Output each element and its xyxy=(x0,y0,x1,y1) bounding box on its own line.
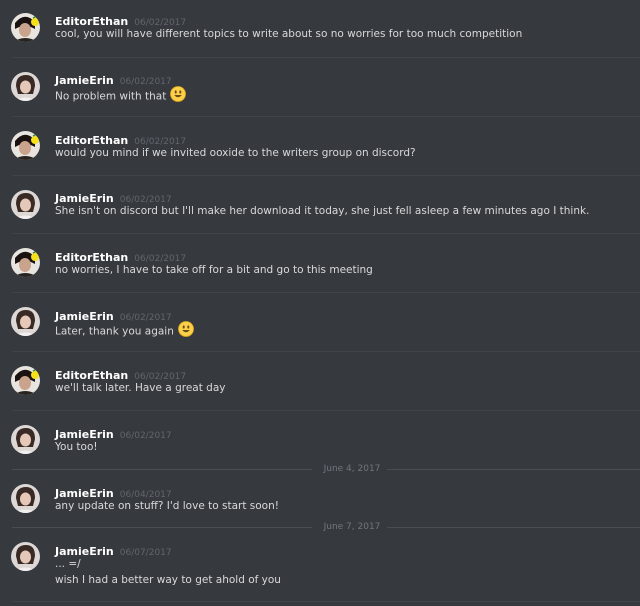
date-separator: June 7, 2017 xyxy=(12,521,640,533)
timestamp: 06/02/2017 xyxy=(119,431,172,441)
smiley-emoji-icon xyxy=(170,86,187,107)
message-text: Later, thank you again xyxy=(55,321,194,342)
date-separator-label: June 4, 2017 xyxy=(323,464,381,474)
message-text: we'll talk later. Have a great day xyxy=(55,382,226,394)
date-separator: June 4, 2017 xyxy=(12,463,640,475)
avatar[interactable] xyxy=(11,425,40,454)
avatar[interactable] xyxy=(11,13,40,42)
message-text: wish I had a better way to get ahold of … xyxy=(55,574,281,586)
message-text: You too! xyxy=(55,441,98,453)
avatar[interactable] xyxy=(11,366,40,395)
message-text: any update on stuff? I'd love to start s… xyxy=(55,500,279,512)
message-text: cool, you will have different topics to … xyxy=(55,28,523,40)
chat-log: EditorEthan 06/02/2017 cool, you will hav… xyxy=(0,0,640,606)
avatar[interactable] xyxy=(11,190,40,219)
timestamp: 06/07/2017 xyxy=(119,548,172,558)
message-text: would you mind if we invited ooxide to t… xyxy=(55,147,416,159)
message-text: ... =/ xyxy=(55,558,81,570)
avatar[interactable] xyxy=(11,131,40,160)
date-separator-label: June 7, 2017 xyxy=(323,522,381,532)
message-text: She isn't on discord but I'll make her d… xyxy=(55,205,590,217)
avatar[interactable] xyxy=(11,248,40,277)
avatar[interactable] xyxy=(11,72,40,101)
message-text: no worries, I have to take off for a bit… xyxy=(55,264,373,276)
avatar[interactable] xyxy=(11,484,40,513)
smiley-emoji-icon xyxy=(177,321,194,342)
avatar[interactable] xyxy=(11,542,40,571)
avatar[interactable] xyxy=(11,307,40,336)
message-text: No problem with that xyxy=(55,86,187,107)
